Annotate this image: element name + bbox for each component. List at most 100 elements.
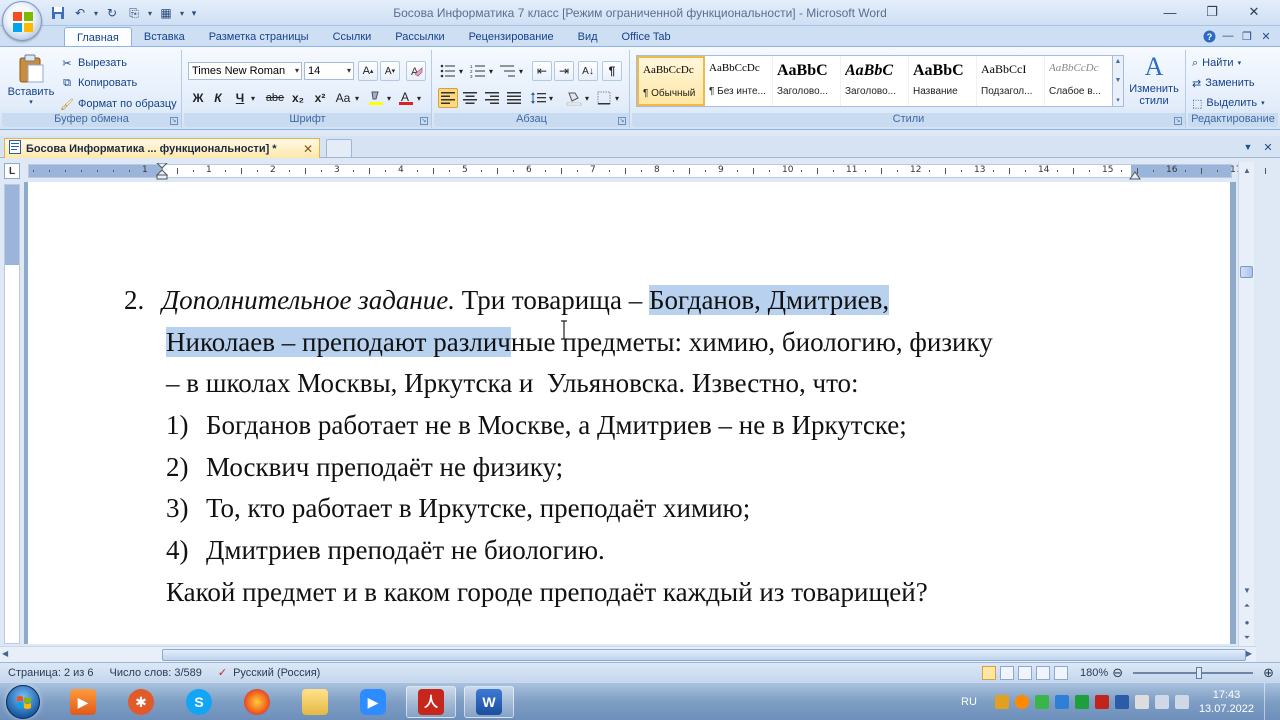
horizontal-scrollbar[interactable]: ◀ ▶ xyxy=(0,646,1256,662)
font-color-icon[interactable]: A xyxy=(396,88,416,108)
replace-button[interactable]: ⇄ Заменить xyxy=(1192,74,1255,92)
italic-button[interactable]: К xyxy=(208,88,228,108)
taskbar-zoom[interactable]: ▶ xyxy=(348,686,398,718)
right-indent-marker-icon[interactable] xyxy=(1129,170,1141,180)
font-size-dropdown-icon[interactable]: ▾ xyxy=(347,63,351,79)
highlight-color-icon[interactable] xyxy=(366,88,386,108)
gallery-up-icon[interactable]: ▲ xyxy=(1115,58,1122,65)
close-icon[interactable]: ✕ xyxy=(1234,2,1274,22)
numbering-icon[interactable]: 123 xyxy=(468,61,488,81)
taskbar-word[interactable]: W xyxy=(464,686,514,718)
clear-formatting-icon[interactable]: A xyxy=(406,61,426,81)
grow-font-icon[interactable]: A ▴ xyxy=(358,61,378,81)
previous-page-icon[interactable]: ⏶ xyxy=(1239,598,1255,614)
new-tab-button[interactable] xyxy=(326,139,352,157)
taskbar-firefox[interactable] xyxy=(232,686,282,718)
help-icon[interactable]: ? xyxy=(1201,28,1217,44)
align-left-icon[interactable] xyxy=(438,88,458,108)
taskbar-skype[interactable]: S xyxy=(174,686,224,718)
taskbar-media-player[interactable]: ▶ xyxy=(58,686,108,718)
bullets-dropdown-icon[interactable]: ▾ xyxy=(456,61,466,81)
indent-marker-icon[interactable] xyxy=(156,163,168,181)
scroll-left-icon[interactable]: ◀ xyxy=(2,649,8,658)
draft-view-icon[interactable] xyxy=(1054,666,1069,680)
tray-app-icon[interactable] xyxy=(1034,695,1049,709)
style-no-spacing[interactable]: AaBbCcDc ¶ Без инте... xyxy=(705,56,773,106)
outline-view-icon[interactable] xyxy=(1036,666,1051,680)
show-desktop-button[interactable] xyxy=(1264,683,1274,720)
scroll-right-icon[interactable]: ▶ xyxy=(1246,649,1252,658)
taskbar-explorer[interactable] xyxy=(290,686,340,718)
document-body[interactable]: 2. Дополнительное задание. Три товарища … xyxy=(124,280,1134,614)
tray-app-icon[interactable] xyxy=(1054,695,1069,709)
numbering-dropdown-icon[interactable]: ▾ xyxy=(486,61,496,81)
taskbar-acrobat[interactable]: 人 xyxy=(406,686,456,718)
zoom-knob[interactable] xyxy=(1196,667,1203,679)
tray-app-icon[interactable] xyxy=(994,695,1009,709)
highlight-dropdown-icon[interactable]: ▾ xyxy=(384,88,394,108)
select-dropdown-icon[interactable]: ▾ xyxy=(1261,99,1265,107)
scroll-down-icon[interactable]: ▼ xyxy=(1239,582,1255,598)
style-title[interactable]: AaBbC Название xyxy=(909,56,977,106)
shrink-font-icon[interactable]: A ▾ xyxy=(380,61,400,81)
word-count[interactable]: Число слов: 3/589 xyxy=(102,663,210,683)
horizontal-scroll-thumb[interactable] xyxy=(162,649,1246,661)
justify-icon[interactable] xyxy=(504,88,524,108)
change-case-button[interactable]: Aa xyxy=(332,88,354,108)
tray-app-icon[interactable] xyxy=(1094,695,1109,709)
tab-mailings[interactable]: Рассылки xyxy=(383,27,456,46)
scroll-thumb[interactable] xyxy=(1240,266,1253,278)
find-dropdown-icon[interactable]: ▾ xyxy=(1238,59,1242,67)
style-heading-2[interactable]: AaBbC Заголово... xyxy=(841,56,909,106)
paragraph-dialog-launcher-icon[interactable]: ↘ xyxy=(618,117,626,125)
subscript-button[interactable]: x₂ xyxy=(288,88,308,108)
tray-app-icon[interactable] xyxy=(1014,695,1029,709)
tab-list-dropdown-icon[interactable]: ▼ xyxy=(1240,139,1256,155)
flag-icon[interactable] xyxy=(1134,695,1149,709)
show-marks-icon[interactable]: ¶ xyxy=(602,61,622,81)
style-subtle-emphasis[interactable]: AaBbCcDc Слабое в... xyxy=(1045,56,1113,106)
paste-dropdown-icon[interactable]: ▾ xyxy=(6,98,56,106)
underline-dropdown-icon[interactable]: ▾ xyxy=(248,88,258,108)
bullets-icon[interactable] xyxy=(438,61,458,81)
cut-button[interactable]: ✂ Вырезать xyxy=(60,54,127,72)
bold-button[interactable]: Ж xyxy=(188,88,208,108)
superscript-button[interactable]: x² xyxy=(310,88,330,108)
bluetooth-icon[interactable] xyxy=(1114,695,1129,709)
styles-gallery-scroll[interactable]: ▲ ▼ ▾ xyxy=(1112,55,1124,107)
tab-insert[interactable]: Вставка xyxy=(132,27,197,46)
line-spacing-icon[interactable] xyxy=(528,88,548,108)
underline-button[interactable]: Ч xyxy=(230,88,250,108)
office-button[interactable] xyxy=(2,1,42,41)
change-case-dropdown-icon[interactable]: ▾ xyxy=(352,88,362,108)
tab-office-tab[interactable]: Office Tab xyxy=(610,27,683,46)
gallery-more-icon[interactable]: ▾ xyxy=(1116,96,1120,104)
browse-object-icon[interactable]: ● xyxy=(1239,614,1255,630)
paste-button[interactable]: Вставить ▾ xyxy=(6,52,56,112)
vertical-scrollbar[interactable]: ▲ ▼ ⏶ ● ⏷ xyxy=(1238,162,1254,646)
horizontal-ruler[interactable]: 1 1 2 3 4 5 6 7 8 9 10 11 12 13 14 15 16 17 xyxy=(28,163,1266,181)
zoom-in-icon[interactable]: ⊕ xyxy=(1263,665,1274,681)
next-page-icon[interactable]: ⏷ xyxy=(1239,630,1255,646)
document-page[interactable]: 2. Дополнительное задание. Три товарища … xyxy=(28,182,1230,644)
network-icon[interactable] xyxy=(1154,695,1169,709)
taskbar-davinci[interactable]: ✱ xyxy=(116,686,166,718)
align-right-icon[interactable] xyxy=(482,88,502,108)
gallery-down-icon[interactable]: ▼ xyxy=(1115,77,1122,84)
full-screen-view-icon[interactable] xyxy=(1000,666,1015,680)
style-subtitle[interactable]: AaBbCcI Подзагол... xyxy=(977,56,1045,106)
ribbon-restore-icon[interactable]: ❐ xyxy=(1239,28,1255,44)
borders-icon[interactable] xyxy=(594,88,614,108)
font-name-dropdown-icon[interactable]: ▾ xyxy=(295,63,299,79)
format-painter-button[interactable]: 🖌 Формат по образцу xyxy=(60,95,177,113)
change-styles-button[interactable]: A Изменить стили xyxy=(1128,51,1180,111)
increase-indent-icon[interactable]: ⇥ xyxy=(554,61,574,81)
zoom-level[interactable]: 180% xyxy=(1080,667,1108,679)
multilevel-list-icon[interactable] xyxy=(498,61,518,81)
tab-references[interactable]: Ссылки xyxy=(321,27,384,46)
ribbon-minimize-icon[interactable]: — xyxy=(1220,28,1236,44)
tab-view[interactable]: Вид xyxy=(566,27,610,46)
style-normal[interactable]: AaBbCcDc ¶ Обычный xyxy=(637,56,705,106)
tab-selector[interactable]: L xyxy=(4,163,20,179)
line-spacing-dropdown-icon[interactable]: ▾ xyxy=(546,88,556,108)
